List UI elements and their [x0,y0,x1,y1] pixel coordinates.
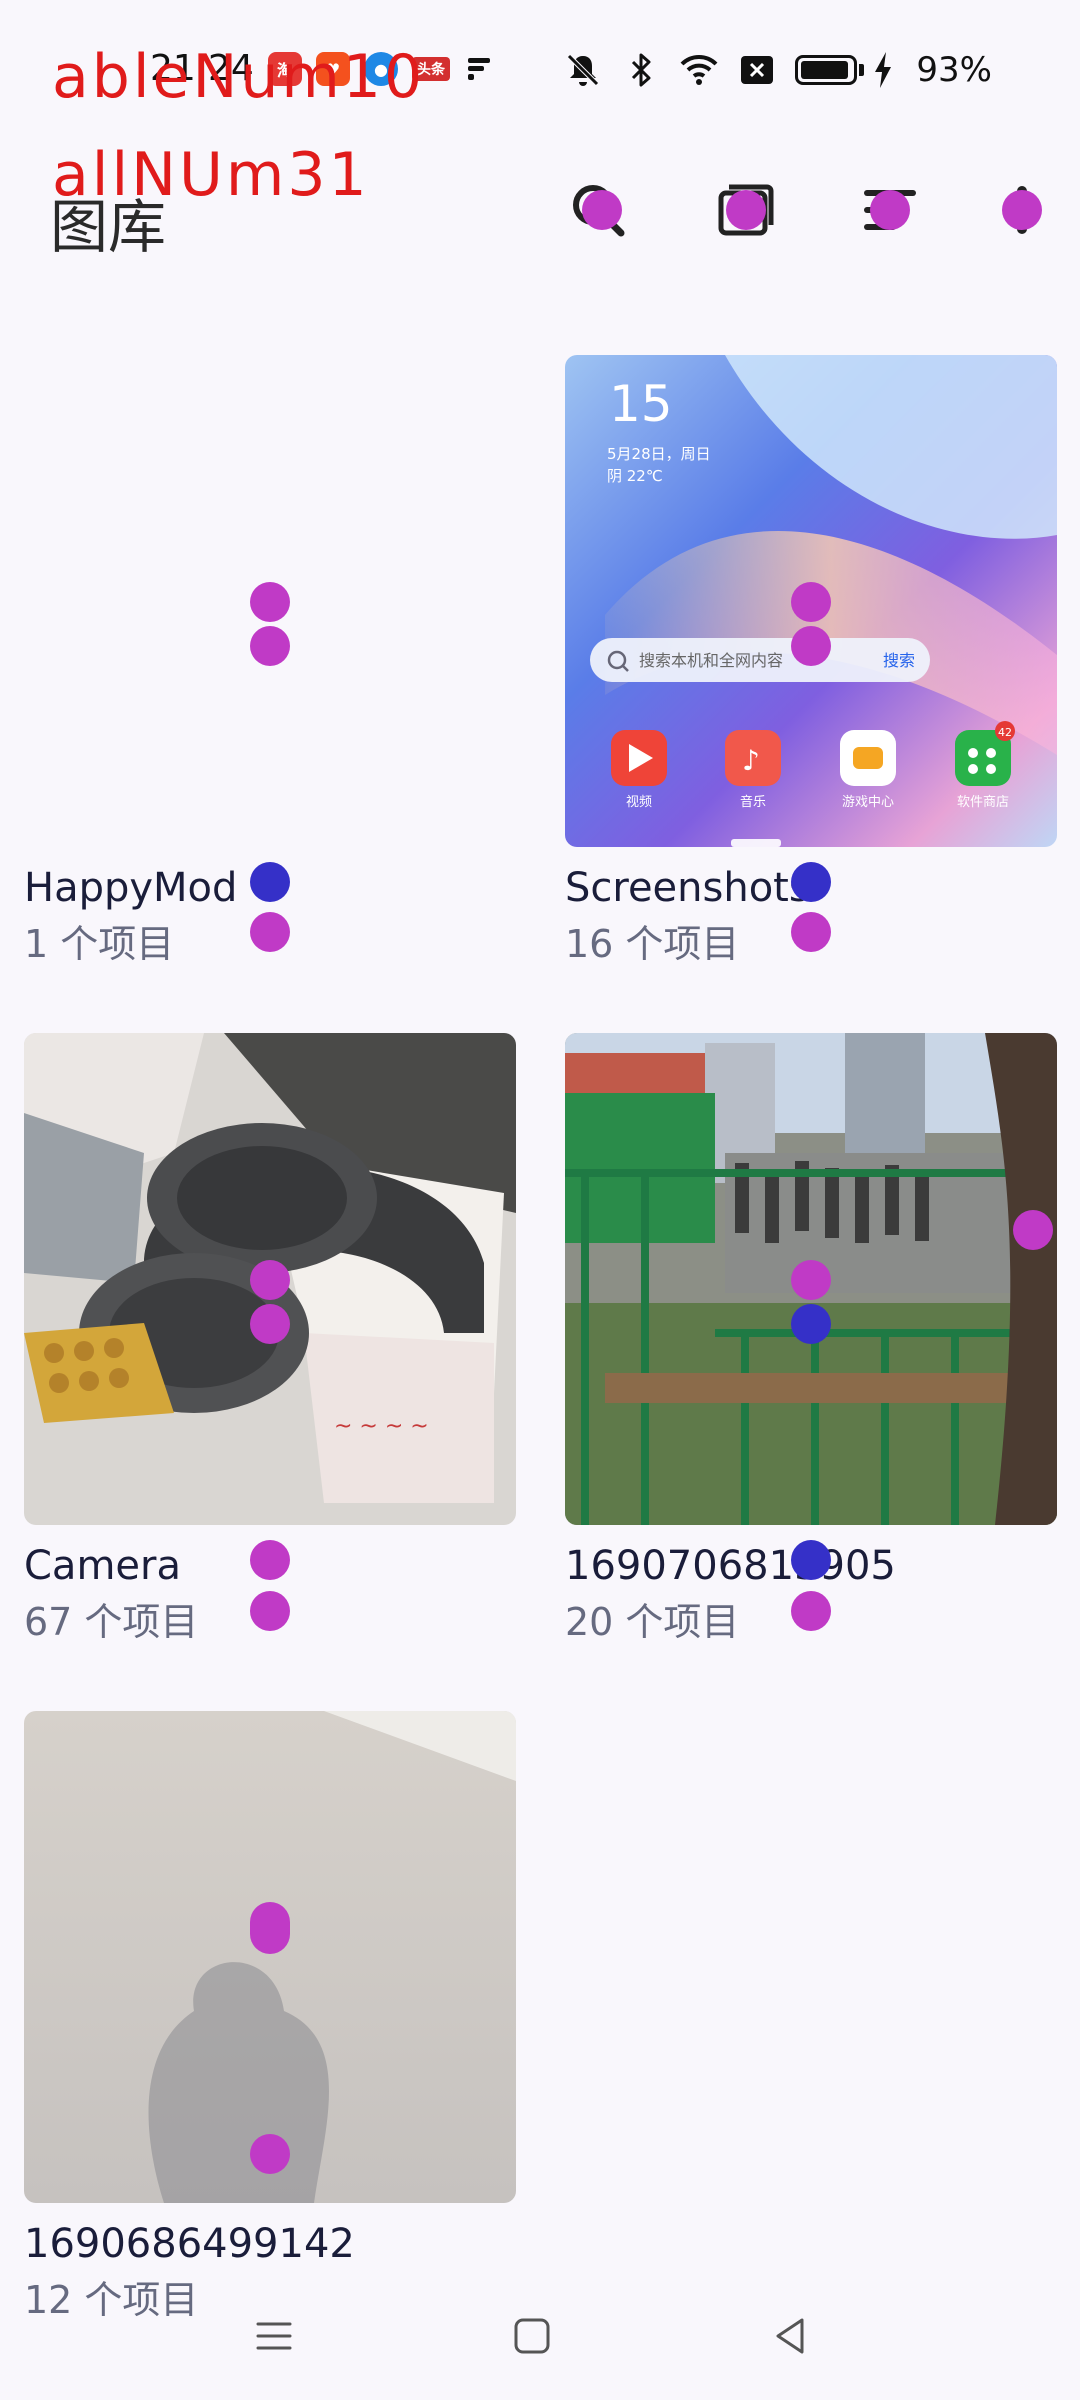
marker-dot [791,1540,831,1580]
marker-dot [250,582,290,622]
recent-apps-button[interactable] [234,2306,314,2366]
flash-icon [468,58,490,80]
thumb-store-badge: 42 [998,726,1012,739]
marker-dot [1013,1210,1053,1250]
thumb-date: 5月28日，周日 [607,445,711,463]
thumb-weather: 阴 22℃ [607,467,663,485]
marker-dot [791,582,831,622]
home-icon [514,2318,550,2354]
home-button[interactable] [492,2306,572,2366]
wifi-icon [681,54,718,85]
mute-icon [567,54,600,86]
marker-dot [791,912,831,952]
marker-dot [250,912,290,952]
svg-text:♪: ♪ [742,744,760,777]
marker-dot [582,190,622,230]
marker-dot [250,1902,290,1954]
marker-dot [791,1304,831,1344]
album-thumbnail[interactable] [24,1711,516,2203]
marker-dot [1002,190,1042,230]
marker-dot [250,1591,290,1631]
marker-dot [791,626,831,666]
thumb-app-label: 软件商店 [957,795,1009,810]
marker-dot [250,1260,290,1300]
album-name: 1690686499142 [24,2221,355,2267]
debug-overlay-line1: ableNum10 [52,42,426,112]
menu-icon [256,2322,292,2350]
floor-shadow-thumbnail-image [24,1711,516,2203]
marker-dot [250,626,290,666]
bluetooth-icon [632,53,651,87]
charging-icon [875,52,892,88]
marker-dot [250,1540,290,1580]
marker-dot [250,1304,290,1344]
marker-dot [791,1591,831,1631]
no-sim-icon [741,56,774,84]
battery-fill [801,61,848,79]
marker-dot [791,1260,831,1300]
thumb-clock: 15 [609,375,673,433]
thumb-app-label: 音乐 [740,794,766,810]
page-title: 图库 [50,193,167,261]
back-button[interactable] [750,2306,830,2366]
album-1690686499142[interactable]: 1690686499142 12 个项目 [24,1711,516,2324]
marker-dot [870,190,910,230]
marker-dot [250,862,290,902]
marker-dot [250,2134,290,2174]
back-icon [776,2318,804,2354]
svg-text:~ ~ ~ ~: ~ ~ ~ ~ [334,1414,429,1439]
thumb-app-label: 游戏中心 [842,795,894,810]
system-icons: 93% [563,50,992,90]
thumb-search-placeholder: 搜索本机和全网内容 [639,651,783,670]
thumb-search-button: 搜索 [883,651,915,670]
marker-dot [791,862,831,902]
battery-icon [795,55,865,85]
marker-dot [726,190,766,230]
thumb-app-label: 视频 [626,795,652,810]
battery-percent: 93% [916,50,992,90]
